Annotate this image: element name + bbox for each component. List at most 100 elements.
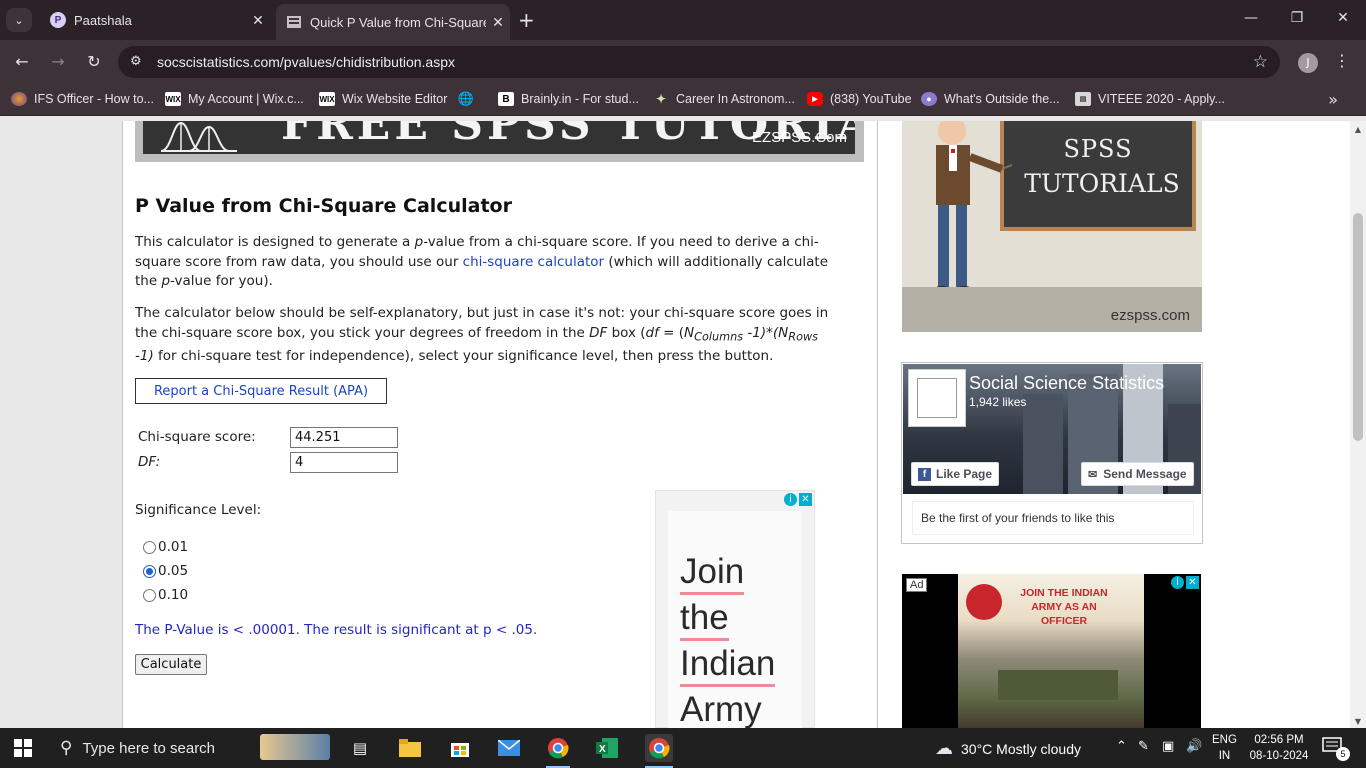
bookmark-star-icon[interactable]: ☆ (1253, 52, 1268, 72)
chevron-right-icon[interactable]: » (1328, 90, 1338, 109)
mail-icon[interactable] (497, 736, 521, 760)
text-italic: DF (589, 324, 608, 341)
logo-frame (917, 378, 957, 418)
show-hidden-icons-icon[interactable]: ⌃ (1116, 739, 1127, 754)
significance-option-010[interactable]: 0.10 (143, 587, 188, 603)
ad-info-icon[interactable]: i (1171, 576, 1184, 589)
tab-search-chevron-icon[interactable]: ⌄ (6, 8, 32, 32)
radio-button[interactable] (143, 540, 156, 554)
ad-close-icon[interactable]: ✕ (1186, 576, 1199, 589)
significance-option-001[interactable]: 0.01 (143, 539, 188, 555)
browser-toolbar: ← → ↻ ⚙ socscistatistics.com/pvalues/chi… (0, 40, 1366, 84)
chi-square-calculator-link[interactable]: chi-square calculator (463, 254, 604, 270)
bookmarks-bar: IFS Officer - How to... WIX My Account |… (0, 84, 1366, 116)
chrome-profile-icon[interactable] (645, 734, 673, 762)
spss-tutorials-banner-ad[interactable]: FREE SPSS TUTORIALS EZSPSS.Com (135, 121, 864, 162)
bookmark-outside[interactable]: ● What's Outside the... (921, 92, 1060, 106)
tab-bar: ⌄ P Paatshala ✕ Quick P Value from Chi-S… (0, 0, 1366, 40)
chi-square-score-input[interactable]: 44.251 (290, 427, 398, 448)
region-code: IN (1218, 750, 1231, 762)
significance-option-005[interactable]: 0.05 (143, 563, 188, 579)
microsoft-store-icon[interactable] (448, 736, 472, 760)
text-italic: p (414, 234, 424, 250)
chrome-icon[interactable] (546, 736, 570, 760)
paatshala-favicon-icon: P (50, 12, 66, 28)
ad-close-icon[interactable]: ✕ (799, 493, 812, 506)
df-input[interactable]: 4 (290, 452, 398, 473)
task-view-icon[interactable]: ▤ (348, 736, 372, 760)
site-settings-icon[interactable]: ⚙ (130, 54, 146, 70)
search-icon: ⚲ (60, 738, 73, 757)
tab-paatshala[interactable]: P Paatshala ✕ (40, 4, 270, 36)
volume-icon[interactable]: 🔊 (1186, 739, 1202, 754)
system-clock[interactable]: 02:56 PM 08-10-2024 (1248, 732, 1310, 764)
bookmark-wix-account[interactable]: WIX My Account | Wix.c... (165, 92, 304, 106)
send-message-button[interactable]: ✉ Send Message (1081, 462, 1194, 486)
close-tab-icon[interactable]: ✕ (246, 12, 270, 29)
notification-center-icon[interactable]: 5 (1322, 737, 1350, 761)
banner-inner: FREE SPSS TUTORIALS EZSPSS.Com (143, 121, 855, 154)
profile-avatar[interactable]: J (1298, 53, 1318, 73)
text: box ( (607, 324, 646, 341)
bookmark-youtube[interactable]: ▶ (838) YouTube (807, 92, 912, 106)
svg-text:X: X (599, 744, 606, 755)
windows-taskbar: ⚲ Type here to search ▤ X ☁ 30°C Mostly … (0, 728, 1366, 768)
calculate-button[interactable]: Calculate (135, 654, 207, 675)
forward-arrow-icon[interactable]: → (46, 52, 70, 71)
scroll-down-arrow-icon[interactable]: ▼ (1350, 717, 1366, 726)
back-arrow-icon[interactable]: ← (10, 52, 34, 71)
taskbar-search[interactable]: ⚲ Type here to search (48, 728, 338, 768)
text-italic: p (161, 273, 171, 289)
ad-info-icon[interactable]: i (784, 493, 797, 506)
new-tab-icon[interactable]: + (518, 10, 535, 30)
bookmark-globe[interactable]: 🌐 (458, 91, 481, 106)
close-window-icon[interactable]: ✕ (1320, 10, 1366, 26)
indian-army-banner-ad[interactable]: JOIN THE INDIAN ARMY AS AN OFFICER Ad i … (902, 574, 1201, 728)
radio-button-checked[interactable] (143, 564, 156, 578)
ad-controls: i ✕ (784, 493, 812, 506)
reload-icon[interactable]: ↻ (82, 52, 106, 71)
text-italic: Rows (788, 330, 819, 344)
facebook-page-widget[interactable]: Social Science Statistics 1,942 likes f … (901, 362, 1203, 544)
radio-button[interactable] (143, 588, 156, 602)
facebook-likes-count: 1,942 likes (969, 395, 1027, 409)
bookmark-viteee[interactable]: ▤ VITEEE 2020 - Apply... (1075, 92, 1225, 106)
text-italic: N (778, 324, 789, 341)
close-tab-icon[interactable]: ✕ (486, 14, 510, 31)
text: for chi-square test for independence), s… (153, 347, 774, 364)
text: = ( (658, 324, 685, 341)
weather-widget[interactable]: ☁ 30°C Mostly cloudy (935, 738, 1081, 759)
page-viewport: FREE SPSS TUTORIALS EZSPSS.Com P Value f… (0, 121, 1350, 728)
url-text[interactable]: socscistatistics.com/pvalues/chidistribu… (157, 54, 455, 70)
input-language[interactable]: ENG IN (1212, 732, 1237, 764)
bookmark-astronomy[interactable]: ✦ Career In Astronom... (653, 92, 795, 106)
network-icon[interactable]: ▣ (1162, 739, 1174, 754)
page-title: P Value from Chi-Square Calculator (135, 195, 512, 217)
report-apa-button[interactable]: Report a Chi-Square Result (APA) (135, 378, 387, 404)
chi-square-score-label: Chi-square score: (138, 429, 256, 445)
vertical-scrollbar[interactable]: ▲ ▼ (1350, 121, 1366, 728)
like-page-button[interactable]: f Like Page (911, 462, 1000, 486)
scroll-up-arrow-icon[interactable]: ▲ (1350, 125, 1366, 134)
facebook-page-name[interactable]: Social Science Statistics (969, 373, 1164, 394)
file-explorer-icon[interactable] (398, 736, 422, 760)
scrollbar-thumb[interactable] (1353, 213, 1363, 441)
spss-tutorials-sidebar-ad[interactable]: SPSS TUTORIALS ezspss.com (902, 121, 1202, 332)
ad-badge: Ad (906, 578, 928, 592)
excel-icon[interactable]: X (595, 736, 619, 760)
bookmark-brainly[interactable]: B Brainly.in - For stud... (498, 92, 639, 106)
bookmark-ifs-officer[interactable]: IFS Officer - How to... (11, 92, 154, 106)
ad-word: Join (680, 553, 745, 595)
tab-chi-square[interactable]: Quick P Value from Chi-Square ✕ (276, 4, 510, 40)
address-bar[interactable]: ⚙ socscistatistics.com/pvalues/chidistri… (118, 46, 1280, 78)
browser-menu-icon[interactable]: ⋮ (1334, 51, 1350, 70)
minimize-icon[interactable]: — (1228, 10, 1274, 26)
bookmark-wix-editor[interactable]: WIX Wix Website Editor (319, 92, 447, 106)
bookmark-label: Wix Website Editor (342, 92, 448, 106)
ad-body: Join the Indian Army (668, 511, 802, 728)
pen-workspace-icon[interactable]: ✎ (1138, 739, 1149, 754)
artillery-vehicle-icon (998, 670, 1118, 700)
windows-start-icon[interactable] (14, 739, 32, 757)
army-text-ad[interactable]: i ✕ Join the Indian Army (655, 490, 815, 728)
restore-icon[interactable]: ❐ (1274, 10, 1320, 26)
